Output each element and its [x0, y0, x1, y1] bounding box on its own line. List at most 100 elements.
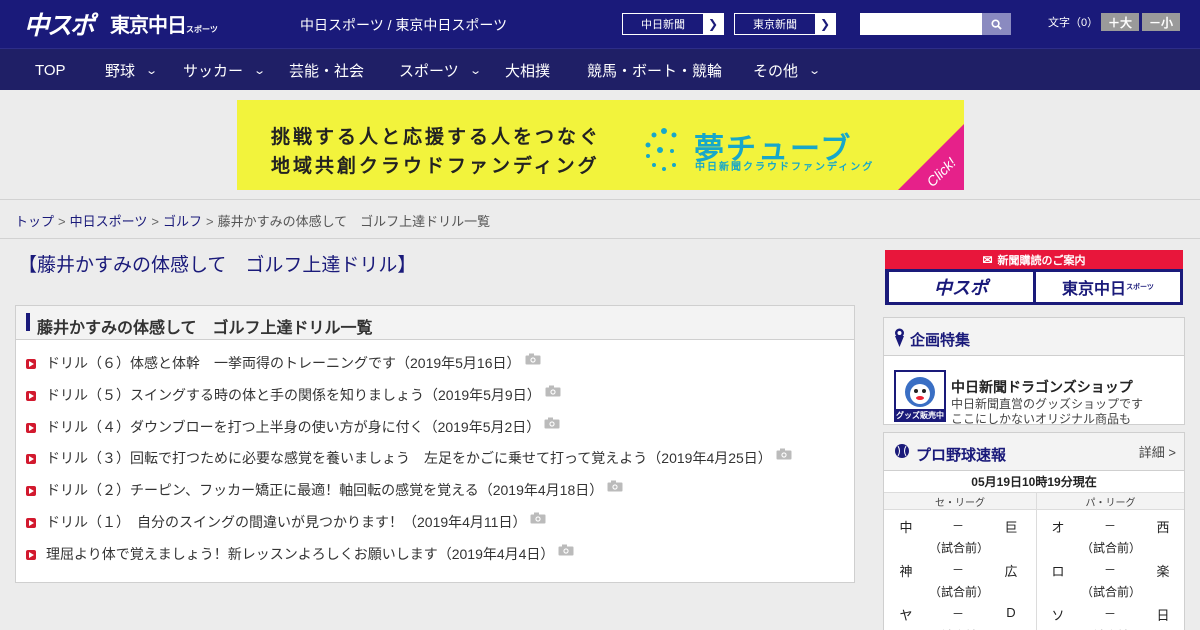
game-status: （試合前） [1080, 585, 1141, 599]
bullet-arrow-icon [26, 454, 36, 465]
article-link[interactable]: ドリル（３）回転で打つために必要な感覚を養いましょう 左足をかごに乗せて打って覚… [26, 448, 792, 468]
tokyo-chunichi-logo-text: 東京中日 [110, 13, 187, 37]
camera-icon [607, 480, 623, 492]
article-link[interactable]: ドリル（４）ダウンブローを打つ上半身の使い方が身に付く（2019年5月2日） [26, 417, 560, 437]
home-team: ヤ [899, 608, 913, 623]
article-link[interactable]: ドリル（５）スイングする時の体と手の関係を知りましょう（2019年5月9日） [26, 385, 561, 405]
nav-item-top[interactable]: TOP [35, 49, 66, 91]
nav-item-baseball[interactable]: 野球 ⌄ [105, 49, 158, 91]
nav-item-label: 大相撲 [505, 62, 551, 80]
nav-item-other[interactable]: その他 ⌄ [753, 49, 821, 91]
breadcrumb-separator: > [151, 214, 159, 229]
subscribe-tokyo-chunichi-logo[interactable]: 東京中日 スポーツ [1036, 272, 1180, 302]
nav-item-sumo[interactable]: 大相撲 [505, 49, 550, 91]
shop-description: 中日新聞直営のグッズショップです ここにしかないオリジナル商品も [951, 397, 1143, 427]
dots-logo-icon [645, 128, 677, 171]
nav-item-label: 野球 [105, 62, 136, 80]
search-input[interactable] [860, 13, 982, 35]
home-team: ロ [1051, 564, 1065, 579]
ribbon-icon [895, 328, 904, 347]
nav-item-soccer[interactable]: サッカー ⌄ [183, 49, 266, 91]
nav-item-label: スポーツ [399, 62, 459, 80]
drill-list-title: 藤井かすみの体感して ゴルフ上達ドリル一覧 [37, 320, 373, 337]
game-status: （試合前） [1080, 541, 1141, 555]
breadcrumb-divider [0, 238, 1200, 239]
game-score: － [951, 519, 964, 533]
tokyo-shimbun-link[interactable]: 東京新聞 ❯ [734, 13, 836, 35]
banner-line2: 地域共創クラウドファンディング [271, 155, 600, 177]
shop-name[interactable]: 中日新聞ドラゴンズショップ [951, 377, 1133, 397]
subscription-box: ✉ 新聞購読のご案内 中スポ 東京中日 スポーツ [885, 250, 1183, 305]
breadcrumb-golf[interactable]: ゴルフ [163, 214, 202, 229]
breadcrumb-separator: > [205, 214, 214, 229]
game-score: － [951, 563, 964, 577]
bullet-arrow-icon [26, 549, 36, 560]
subscription-title: 新聞購読のご案内 [997, 254, 1086, 267]
subscribe-chuspo-logo[interactable]: 中スポ [889, 272, 1033, 302]
bullet-arrow-icon [26, 518, 36, 528]
nav-item-label: サッカー [183, 62, 244, 80]
breadcrumb-current: 藤井かすみの体感して ゴルフ上達ドリル一覧 [217, 214, 491, 229]
chunichi-shimbun-link[interactable]: 中日新聞 ❯ [622, 13, 724, 35]
nav-item-entertainment[interactable]: 芸能・社会 [289, 49, 364, 91]
nav-item-sports[interactable]: スポーツ ⌄ [399, 49, 482, 91]
shop-desc-line1: 中日新聞直営のグッズショップです [951, 397, 1144, 411]
game-score: － [1103, 607, 1116, 621]
game-score: － [1103, 563, 1116, 577]
drill-list-header: 藤井かすみの体感して ゴルフ上達ドリル一覧 [16, 306, 854, 340]
breadcrumb-chunichi-sports[interactable]: 中日スポーツ [70, 214, 148, 229]
breadcrumb-top[interactable]: トップ [15, 214, 54, 229]
banner-area: 挑戦する人と応援する人をつなぐ 地域共創クラウドファンディング 夢チューブ 中日… [0, 90, 1200, 200]
nav-item-label: その他 [753, 62, 799, 80]
yume-tube-banner[interactable]: 挑戦する人と応援する人をつなぐ 地域共創クラウドファンディング 夢チューブ 中日… [237, 100, 964, 190]
away-team: 巨 [1004, 520, 1018, 535]
subscribe-tokyo-logo-text: 東京中日 [1062, 279, 1127, 298]
article-link[interactable]: ドリル（６）体感と体幹 一挙両得のトレーニングです（2019年5月16日） [26, 353, 541, 373]
article-link[interactable]: ドリル（１） 自分のスイングの間違いが見つかります！（2019年4月11日） [26, 512, 546, 532]
font-smaller-button[interactable]: －小 [1142, 13, 1180, 31]
camera-icon [776, 448, 792, 460]
score-timestamp: 05月19日10時19分現在 [884, 471, 1184, 493]
tokyo-chunichi-logo[interactable]: 東京中日スポーツ [110, 9, 218, 38]
camera-icon [558, 544, 574, 556]
baseball-detail-link[interactable]: 詳細 > [1139, 442, 1176, 461]
away-team: D [1006, 605, 1016, 620]
search-button[interactable] [982, 13, 1011, 35]
central-league-label: セ・リーグ [884, 493, 1036, 510]
nav-item-label: TOP [35, 61, 66, 79]
font-bigger-button[interactable]: ＋大 [1101, 13, 1139, 31]
banner-brand-sub: 中日新聞クラウドファンディング [695, 162, 875, 173]
article-title: ドリル（２）チーピン、フッカー矯正に最適！軸回転の感覚を覚える（2019年4月1… [46, 482, 604, 499]
site-names[interactable]: 中日スポーツ / 東京中日スポーツ [300, 15, 507, 35]
search-icon [991, 18, 1002, 30]
breadcrumb-separator: > [58, 214, 66, 229]
chuspo-logo[interactable]: 中スポ [24, 6, 95, 42]
camera-icon [530, 512, 546, 524]
camera-icon [525, 353, 541, 365]
away-team: 西 [1156, 520, 1170, 535]
baseball-score-title: プロ野球速報 [916, 447, 1007, 464]
home-team: ソ [1051, 608, 1065, 623]
article-title: 理屈より体で覚えましょう！新レッスンよろしくお願いします（2019年4月4日） [46, 545, 555, 562]
article-link[interactable]: 理屈より体で覚えましょう！新レッスンよろしくお願いします（2019年4月4日） [26, 544, 574, 564]
newspaper-icon: ✉ [982, 252, 993, 267]
heading-bar [26, 313, 30, 331]
game-status: （試合前） [928, 585, 989, 599]
chevron-right-icon: ❯ [815, 14, 835, 34]
away-team: 楽 [1156, 564, 1170, 579]
breadcrumb: トップ > 中日スポーツ > ゴルフ > 藤井かすみの体感して ゴルフ上達ドリル一覧 [15, 211, 490, 230]
dragons-shop-thumbnail[interactable]: グッズ販売中 [894, 370, 946, 422]
away-team: 日 [1156, 608, 1170, 623]
banner-line1: 挑戦する人と応援する人をつなぐ [271, 126, 602, 148]
baseball-score-panel: プロ野球速報 詳細 > 05月19日10時19分現在 セ・リーグ パ・リーグ 中… [883, 432, 1185, 630]
subscribe-tokyo-logo-sub: スポーツ [1126, 283, 1154, 291]
page-title: 【藤井かすみの体感して ゴルフ上達ドリル】 [18, 255, 417, 276]
home-team: 中 [899, 520, 913, 535]
baseball-icon [895, 444, 909, 458]
special-feature-title: 企画特集 [910, 332, 971, 349]
nav-item-keiba[interactable]: 競馬・ボート・競輪 [587, 49, 722, 91]
subscription-header[interactable]: ✉ 新聞購読のご案内 [885, 250, 1183, 269]
chevron-right-icon: ❯ [703, 14, 723, 34]
shop-thumb-label: グッズ販売中 [896, 410, 944, 420]
article-link[interactable]: ドリル（２）チーピン、フッカー矯正に最適！軸回転の感覚を覚える（2019年4月1… [26, 480, 623, 500]
